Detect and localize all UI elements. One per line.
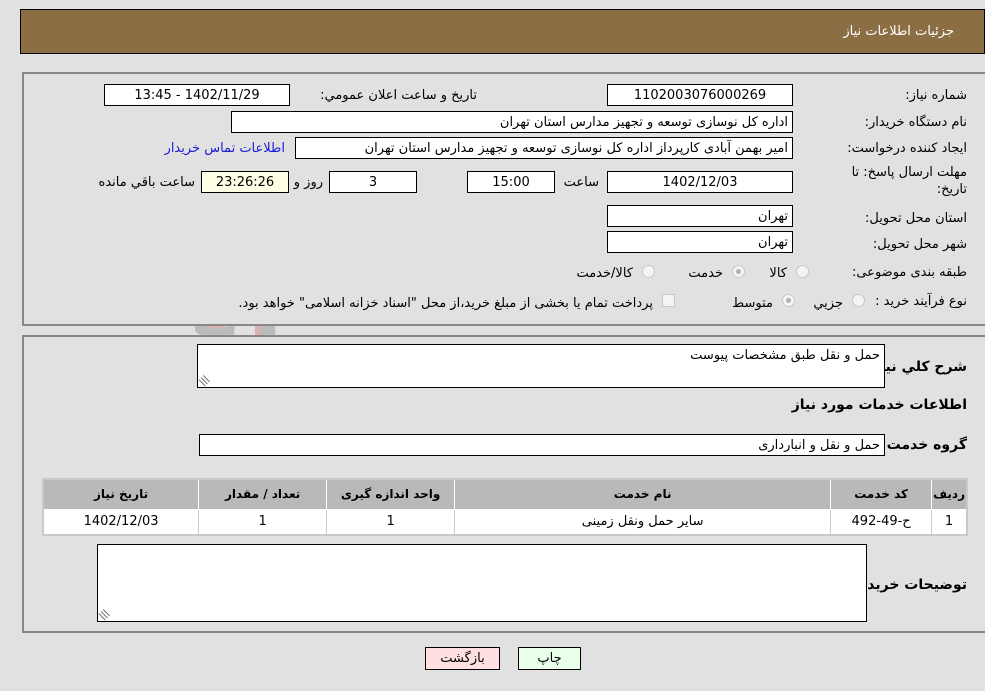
- col-service-code: کد خدمت: [830, 478, 933, 510]
- category-radio-goods-service[interactable]: [642, 265, 655, 278]
- col-need-date: تاريخ نياز: [42, 478, 200, 510]
- services-table: رديف کد خدمت نام خدمت واحد اندازه گيری ت…: [42, 478, 968, 536]
- need-number-field: 1102003076000269: [607, 84, 793, 106]
- process-radio-medium[interactable]: [782, 294, 795, 307]
- page-title: جزئیات اطلاعات نیاز: [843, 24, 954, 39]
- buyer-org-field: اداره کل نوسازی توسعه و تجهیز مدارس استا…: [231, 111, 793, 133]
- process-label: نوع فرآيند خريد :: [875, 294, 967, 309]
- cell-service-name: سایر حمل ونقل زمینی: [454, 508, 832, 536]
- col-service-name: نام خدمت: [454, 478, 832, 510]
- details-panel: شرح کلي نياز: حمل و نقل طبق مشخصات پیوست…: [22, 335, 985, 633]
- table-row: 1 ح-49-492 سایر حمل ونقل زمینی 1 1 1402/…: [42, 508, 968, 536]
- cell-need-date: 1402/12/03: [42, 508, 200, 536]
- deadline-time-field: 15:00: [467, 171, 555, 193]
- days-label: روز و: [293, 175, 323, 190]
- process-radio-minor[interactable]: [852, 294, 865, 307]
- deadline-label: مهلت ارسال پاسخ: تا: [851, 165, 967, 180]
- city-label: شهر محل تحويل:: [872, 237, 967, 252]
- description-textarea[interactable]: حمل و نقل طبق مشخصات پیوست |||: [197, 344, 885, 388]
- need-info-panel: شماره نیاز: 1102003076000269 تاريخ و ساع…: [22, 72, 985, 326]
- category-option-goods: کالا: [769, 266, 787, 281]
- announce-datetime-label: تاريخ و ساعت اعلان عمومي:: [320, 88, 477, 103]
- table-header-row: رديف کد خدمت نام خدمت واحد اندازه گيری ت…: [42, 478, 968, 510]
- category-option-goods-service: کالا/خدمت: [576, 266, 633, 281]
- cell-row-number: 1: [931, 508, 968, 536]
- category-radio-service[interactable]: [732, 265, 745, 278]
- treasury-checkbox[interactable]: [662, 294, 675, 307]
- cell-unit: 1: [326, 508, 456, 536]
- category-label: طبقه بندی موضوعی:: [851, 265, 967, 280]
- services-title: اطلاعات خدمات مورد نياز: [791, 397, 967, 413]
- remaining-time-label: ساعت باقي مانده: [98, 175, 195, 190]
- remaining-days-field: 3: [329, 171, 417, 193]
- service-group-field: حمل و نقل و انبارداری: [199, 434, 885, 456]
- back-button[interactable]: بازگشت: [425, 647, 500, 670]
- cell-service-code: ح-49-492: [830, 508, 933, 536]
- treasury-checkbox-text: پرداخت تمام يا بخشی از مبلغ خريد،از محل …: [238, 296, 653, 311]
- col-quantity: تعداد / مقدار: [198, 478, 328, 510]
- province-label: استان محل تحويل:: [865, 211, 967, 226]
- resize-grip-icon[interactable]: |||: [198, 374, 212, 388]
- deadline-time-label: ساعت: [563, 175, 599, 190]
- description-text: حمل و نقل طبق مشخصات پیوست: [690, 348, 880, 363]
- cell-quantity: 1: [198, 508, 328, 536]
- buyer-org-label: نام دستگاه خريدار:: [864, 115, 967, 130]
- buyer-contact-link[interactable]: اطلاعات تماس خريدار: [165, 141, 285, 156]
- remaining-time-field: 23:26:26: [201, 171, 289, 193]
- category-option-service: خدمت: [688, 266, 723, 281]
- process-option-medium: متوسط: [732, 296, 773, 311]
- col-row-number: رديف: [931, 478, 968, 510]
- buyer-notes-textarea[interactable]: |||: [97, 544, 867, 622]
- resize-grip-icon[interactable]: |||: [98, 608, 112, 622]
- creator-label: ايجاد کننده درخواست:: [847, 141, 967, 156]
- deadline-date-field: 1402/12/03: [607, 171, 793, 193]
- province-field: تهران: [607, 205, 793, 227]
- city-field: تهران: [607, 231, 793, 253]
- print-button[interactable]: چاپ: [518, 647, 581, 670]
- category-radio-goods[interactable]: [796, 265, 809, 278]
- process-option-minor: جزيي: [813, 296, 843, 311]
- need-number-label: شماره نیاز:: [905, 88, 967, 103]
- service-group-label: گروه خدمت:: [881, 437, 967, 453]
- col-unit: واحد اندازه گيری: [326, 478, 456, 510]
- creator-field: امیر بهمن آبادی کارپرداز اداره کل نوسازی…: [295, 137, 793, 159]
- deadline-label-2: تاريخ:: [936, 182, 967, 197]
- announce-datetime-field: 1402/11/29 - 13:45: [104, 84, 290, 106]
- page-header: جزئیات اطلاعات نیاز: [20, 9, 985, 54]
